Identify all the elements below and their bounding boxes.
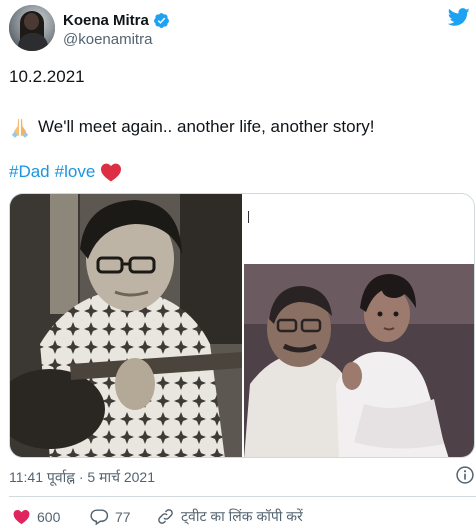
red-heart-icon bbox=[101, 163, 122, 182]
copy-link-label: ट्वीट का लिंक कॉपी करें bbox=[181, 508, 303, 524]
tweet-embed: Koena Mitra @koenamitra 10.2.2021 We'll … bbox=[0, 0, 476, 528]
photo-man-holding-child[interactable] bbox=[244, 264, 475, 458]
tweet-date-line: 10.2.2021 bbox=[9, 67, 85, 86]
folded-hands-icon bbox=[11, 118, 29, 138]
divider bbox=[9, 496, 476, 497]
tweet-message-text: We'll meet again.. another life, another… bbox=[38, 117, 375, 136]
info-icon[interactable] bbox=[455, 465, 475, 485]
author-name-row[interactable]: Koena Mitra bbox=[63, 10, 170, 30]
author-handle[interactable]: @koenamitra bbox=[63, 31, 152, 48]
like-count: 600 bbox=[37, 508, 61, 525]
heart-outline-icon bbox=[13, 510, 30, 525]
twitter-bird-icon[interactable] bbox=[447, 6, 471, 28]
hashtag-dad[interactable]: #Dad bbox=[9, 162, 50, 182]
reply-button[interactable]: 77 bbox=[90, 507, 131, 526]
hashtag-love[interactable]: #love bbox=[55, 162, 96, 182]
tweet-message: We'll meet again.. another life, another… bbox=[9, 116, 375, 138]
copy-link-button[interactable]: ट्वीट का लिंक कॉपी करें bbox=[156, 507, 303, 526]
hashtag-row: #Dad #love bbox=[9, 162, 122, 182]
avatar[interactable] bbox=[9, 5, 55, 51]
photo-man-with-guitar[interactable] bbox=[10, 194, 242, 458]
link-icon bbox=[158, 509, 173, 524]
author-display-name[interactable]: Koena Mitra bbox=[63, 12, 149, 29]
tweet-timestamp[interactable]: 11:41 पूर्वाह्न · 5 मार्च 2021 bbox=[9, 468, 155, 487]
reply-count: 77 bbox=[115, 508, 131, 525]
tweet-media-grid bbox=[9, 193, 475, 458]
reply-icon bbox=[90, 509, 109, 526]
tweet-actions-bar: 600 77 ट्वीट का लिंक कॉपी करें bbox=[0, 504, 476, 528]
verified-badge-icon bbox=[153, 12, 169, 28]
like-button[interactable]: 600 bbox=[12, 507, 60, 526]
